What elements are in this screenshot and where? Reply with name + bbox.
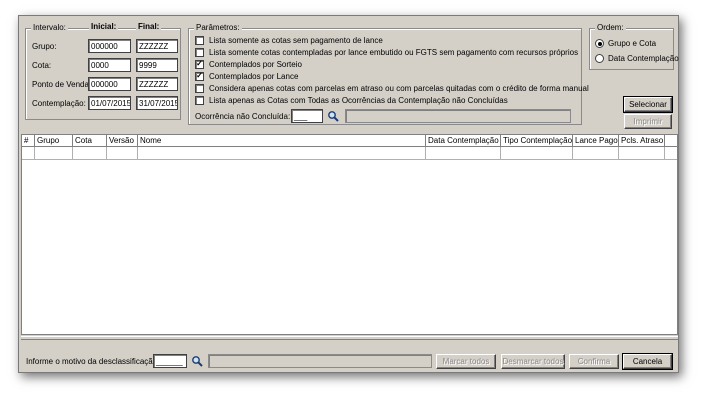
checkbox-icon[interactable]: ✓ [195, 71, 204, 81]
cota-label: Cota: [32, 61, 52, 70]
table-cell[interactable] [501, 147, 573, 160]
opcao-lance-embutido-fgts[interactable]: Lista somente cotas contempladas por lan… [195, 47, 578, 57]
contemplacao-inicial-field[interactable]: 01/07/2015 [88, 96, 131, 110]
column-header-lance-pago[interactable]: Lance Pago [573, 135, 619, 147]
ocorrencia-field[interactable]: ___ [291, 109, 323, 123]
ponto-venda-final-field[interactable]: ZZZZZZ [136, 77, 178, 91]
window: Intervalo: Inicial: Final: Grupo: 000000… [18, 15, 679, 373]
grupo-inicial-field[interactable]: 000000 [88, 39, 131, 53]
column-header-data-contemplacao[interactable]: Data Contemplação [426, 135, 501, 147]
column-header-grupo[interactable]: Grupo [35, 135, 73, 147]
intervalo-group: Intervalo: Inicial: Final: Grupo: 000000… [25, 22, 181, 120]
radio-dot-icon [597, 41, 602, 46]
checkbox-icon[interactable] [195, 35, 204, 45]
intervalo-title: Intervalo: [31, 23, 68, 32]
motivo-field[interactable]: ______ [153, 354, 187, 368]
ordem-option-label: Grupo e Cota [608, 39, 657, 48]
motivo-descricao-field [208, 354, 432, 368]
magnifier-icon[interactable] [327, 110, 339, 122]
checkbox-icon[interactable] [195, 47, 204, 57]
table-cell[interactable] [573, 147, 619, 160]
cota-final-field[interactable]: 9999 [136, 58, 178, 72]
table-cell[interactable] [619, 147, 665, 160]
table-row[interactable] [22, 147, 677, 160]
results-grid[interactable]: # Grupo Cota Versão Nome Data Contemplaç… [21, 134, 678, 335]
checkbox-icon[interactable]: ✓ [195, 59, 204, 69]
opcao-label: Considera apenas cotas com parcelas em a… [209, 83, 589, 93]
opcao-contemplados-sorteio[interactable]: ✓ Contemplados por Sorteio [195, 59, 302, 69]
ordem-option-label: Data Contemplação [608, 54, 679, 63]
parametros-title: Parâmetros: [194, 23, 242, 32]
motivo-label: Informe o motivo da desclassificação: [26, 357, 160, 366]
table-cell[interactable] [35, 147, 73, 160]
ordem-grupo-cota-radio[interactable]: Grupo e Cota [595, 39, 656, 48]
grid-divider [21, 336, 678, 340]
header-final: Final: [136, 22, 162, 31]
ordem-group: Ordem: Grupo e Cota Data Contemplação [589, 23, 679, 70]
column-header-tipo-contemplacao[interactable]: Tipo Contemplação [501, 135, 573, 147]
opcao-label: Lista apenas as Cotas com Todas as Ocorr… [209, 95, 508, 105]
ordem-title: Ordem: [595, 23, 626, 32]
radio-icon[interactable] [595, 39, 604, 48]
grupo-final-field[interactable]: ZZZZZZ [136, 39, 178, 53]
checkmark-icon: ✓ [196, 59, 203, 68]
opcao-label: Contemplados por Lance [209, 71, 299, 81]
column-header-index[interactable]: # [22, 135, 35, 147]
ocorrencia-descricao-field [345, 109, 571, 123]
selecionar-button[interactable]: Selecionar [623, 96, 673, 113]
grid-header: # Grupo Cota Versão Nome Data Contemplaç… [22, 135, 677, 147]
parametros-group: Parâmetros: Lista somente as cotas sem p… [188, 23, 589, 125]
table-cell[interactable] [107, 147, 138, 160]
ordem-data-contemplacao-radio[interactable]: Data Contemplação [595, 54, 679, 63]
desmarcar-todos-button[interactable]: Desmarcar todos [501, 354, 565, 369]
checkbox-icon[interactable] [195, 95, 204, 105]
confirma-button[interactable]: Confirma [569, 354, 619, 369]
checkbox-icon[interactable] [195, 83, 204, 93]
imprimir-button[interactable]: Imprimir [624, 114, 672, 129]
column-header-nome[interactable]: Nome [138, 135, 426, 147]
table-cell[interactable] [73, 147, 107, 160]
opcao-sem-pagamento-lance[interactable]: Lista somente as cotas sem pagamento de … [195, 35, 383, 45]
opcao-label: Lista somente cotas contempladas por lan… [209, 47, 579, 57]
contemplacao-label: Contemplação: [32, 99, 86, 108]
cancela-button[interactable]: Cancela [622, 353, 673, 370]
opcao-label: Contemplados por Sorteio [209, 59, 302, 69]
cota-inicial-field[interactable]: 0000 [88, 58, 131, 72]
opcao-parcelas-atraso[interactable]: Considera apenas cotas com parcelas em a… [195, 83, 589, 93]
checkmark-icon: ✓ [196, 71, 203, 80]
opcao-label: Lista somente as cotas sem pagamento de … [209, 35, 383, 45]
magnifier-icon[interactable] [191, 355, 203, 367]
table-cell[interactable] [22, 147, 35, 160]
opcao-ocorrencias-nao-concluidas[interactable]: Lista apenas as Cotas com Todas as Ocorr… [195, 95, 508, 105]
ocorrencia-label: Ocorrência não Concluída: [195, 112, 291, 121]
opcao-contemplados-lance[interactable]: ✓ Contemplados por Lance [195, 71, 298, 81]
column-header-versao[interactable]: Versão [107, 135, 138, 147]
column-header-cota[interactable]: Cota [73, 135, 107, 147]
table-cell[interactable] [138, 147, 426, 160]
contemplacao-final-field[interactable]: 31/07/2015 [136, 96, 178, 110]
ponto-venda-label: Ponto de Venda: [32, 80, 92, 89]
ponto-venda-inicial-field[interactable]: 000000 [88, 77, 131, 91]
column-header-pcls-atraso[interactable]: Pcls. Atraso [619, 135, 665, 147]
table-cell[interactable] [426, 147, 501, 160]
radio-icon[interactable] [595, 54, 604, 63]
header-inicial: Inicial: [89, 22, 119, 31]
marcar-todos-button[interactable]: Marcar todos [436, 354, 496, 369]
grupo-label: Grupo: [32, 42, 57, 51]
